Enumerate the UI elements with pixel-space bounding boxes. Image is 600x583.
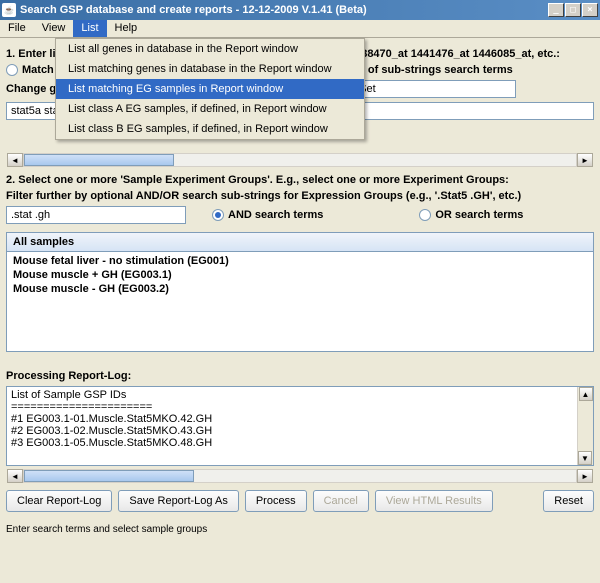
log-label: Processing Report-Log: xyxy=(6,370,594,382)
menu-help[interactable]: Help xyxy=(107,20,146,37)
hscroll-1[interactable]: ◄ ► xyxy=(6,152,594,168)
reset-button[interactable]: Reset xyxy=(543,490,594,512)
samples-list[interactable]: Mouse fetal liver - no stimulation (EG00… xyxy=(6,252,594,352)
menu-file[interactable]: File xyxy=(0,20,34,37)
dropdown-list-all-genes[interactable]: List all genes in database in the Report… xyxy=(56,39,364,59)
button-row: Clear Report-Log Save Report-Log As Proc… xyxy=(6,490,594,512)
menu-list[interactable]: List xyxy=(73,20,106,37)
titlebar: ☕ Search GSP database and create reports… xyxy=(0,0,600,20)
report-log[interactable]: List of Sample GSP IDs =================… xyxy=(6,386,594,466)
window-controls: _ □ × xyxy=(548,3,598,17)
list-item[interactable]: Mouse muscle + GH (EG003.1) xyxy=(13,268,587,282)
scroll-right-icon[interactable]: ► xyxy=(577,153,593,167)
log-line: #3 EG003.1-05.Muscle.Stat5MKO.48.GH xyxy=(11,437,589,449)
menu-view[interactable]: View xyxy=(34,20,74,37)
scroll-right-icon[interactable]: ► xyxy=(577,469,593,483)
hscroll-2[interactable]: ◄ ► xyxy=(6,468,594,484)
step2-label: 2. Select one or more 'Sample Experiment… xyxy=(6,174,594,186)
scroll-thumb[interactable] xyxy=(24,470,194,482)
log-line: ====================== xyxy=(11,401,589,413)
scroll-thumb[interactable] xyxy=(24,154,174,166)
log-line: #2 EG003.1-02.Muscle.Stat5MKO.43.GH xyxy=(11,425,589,437)
dropdown-list-class-b[interactable]: List class B EG samples, if defined, in … xyxy=(56,119,364,139)
samples-header: All samples xyxy=(6,232,594,252)
filter-label: Filter further by optional AND/OR search… xyxy=(6,190,594,202)
minimize-button[interactable]: _ xyxy=(548,3,564,17)
dropdown-list-matching-eg[interactable]: List matching EG samples in Report windo… xyxy=(56,79,364,99)
cancel-button: Cancel xyxy=(313,490,369,512)
list-dropdown: List all genes in database in the Report… xyxy=(55,38,365,140)
view-results-button: View HTML Results xyxy=(375,490,493,512)
dropdown-list-matching-genes[interactable]: List matching genes in database in the R… xyxy=(56,59,364,79)
menubar: File View List Help List all genes in da… xyxy=(0,20,600,38)
window-title: Search GSP database and create reports -… xyxy=(20,4,548,16)
list-item[interactable]: Mouse fetal liver - no stimulation (EG00… xyxy=(13,254,587,268)
or-radio[interactable]: OR search terms xyxy=(419,209,523,221)
list-item[interactable]: Mouse muscle - GH (EG003.2) xyxy=(13,282,587,296)
filter-input[interactable] xyxy=(6,206,186,224)
clear-log-button[interactable]: Clear Report-Log xyxy=(6,490,112,512)
vscroll[interactable]: ▲ ▼ xyxy=(577,387,593,465)
scroll-left-icon[interactable]: ◄ xyxy=(7,469,23,483)
process-button[interactable]: Process xyxy=(245,490,307,512)
close-button[interactable]: × xyxy=(582,3,598,17)
status-bar: Enter search terms and select sample gro… xyxy=(0,522,600,537)
and-radio[interactable]: AND search terms xyxy=(212,209,323,221)
java-icon: ☕ xyxy=(2,3,16,17)
log-line: #1 EG003.1-01.Muscle.Stat5MKO.42.GH xyxy=(11,413,589,425)
scroll-up-icon[interactable]: ▲ xyxy=(579,387,593,401)
log-line: List of Sample GSP IDs xyxy=(11,389,589,401)
change-gene-value[interactable]: aSet xyxy=(346,80,516,98)
save-log-button[interactable]: Save Report-Log As xyxy=(118,490,238,512)
substring-label: st of sub-strings search terms xyxy=(355,64,513,76)
scroll-left-icon[interactable]: ◄ xyxy=(7,153,23,167)
scroll-down-icon[interactable]: ▼ xyxy=(578,451,592,465)
maximize-button[interactable]: □ xyxy=(565,3,581,17)
dropdown-list-class-a[interactable]: List class A EG samples, if defined, in … xyxy=(56,99,364,119)
